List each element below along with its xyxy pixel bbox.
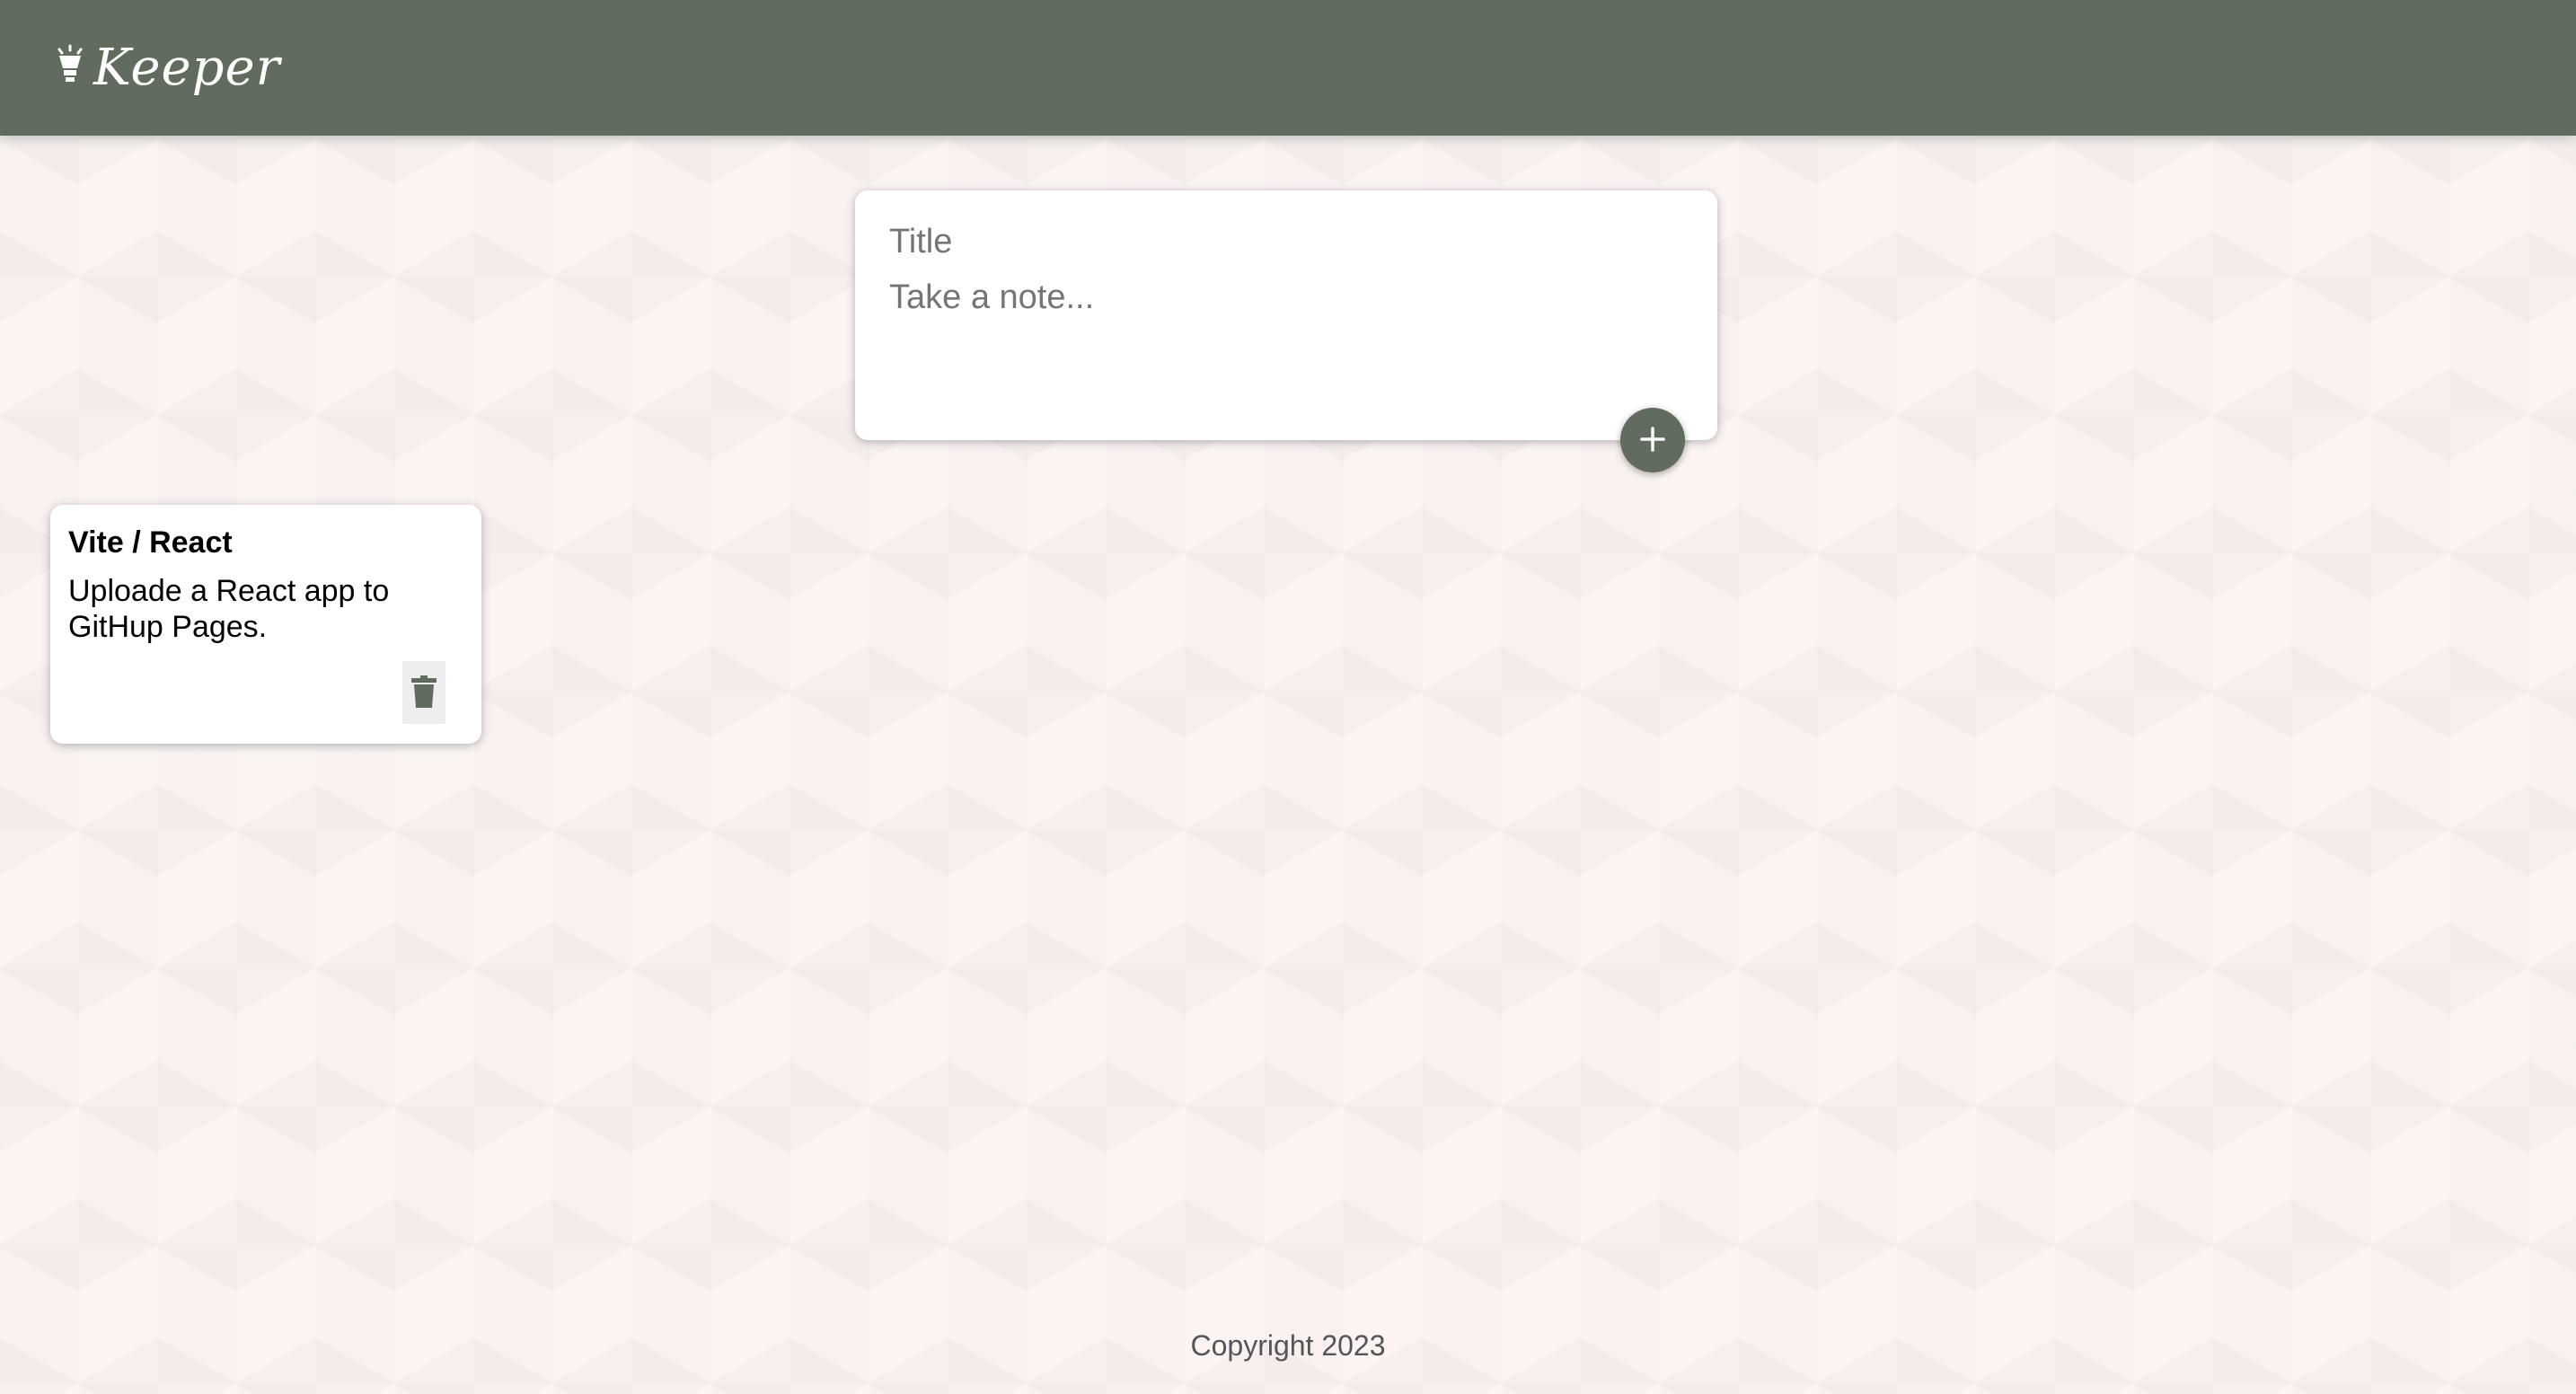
note-title-input[interactable]: [889, 223, 1662, 261]
page-footer: Copyright 2023: [0, 1329, 2576, 1363]
copyright-text: Copyright 2023: [1190, 1329, 1386, 1362]
note-card: Vite / React Uploade a React app to GitH…: [50, 505, 481, 744]
note-content-input[interactable]: [889, 278, 1662, 386]
app-header: Keeper: [0, 0, 2576, 136]
app-logo: Keeper: [54, 39, 280, 97]
note-composer: [855, 190, 1717, 440]
add-note-button[interactable]: [1620, 408, 1685, 472]
app-title: Keeper: [93, 39, 281, 97]
plus-icon: [1636, 423, 1669, 458]
trash-icon: [410, 674, 437, 712]
note-content: Uploade a React app to GitHup Pages.: [68, 574, 390, 644]
note-title: Vite / React: [68, 525, 233, 560]
delete-note-button[interactable]: [402, 661, 446, 724]
lightbulb-icon: [54, 44, 86, 84]
